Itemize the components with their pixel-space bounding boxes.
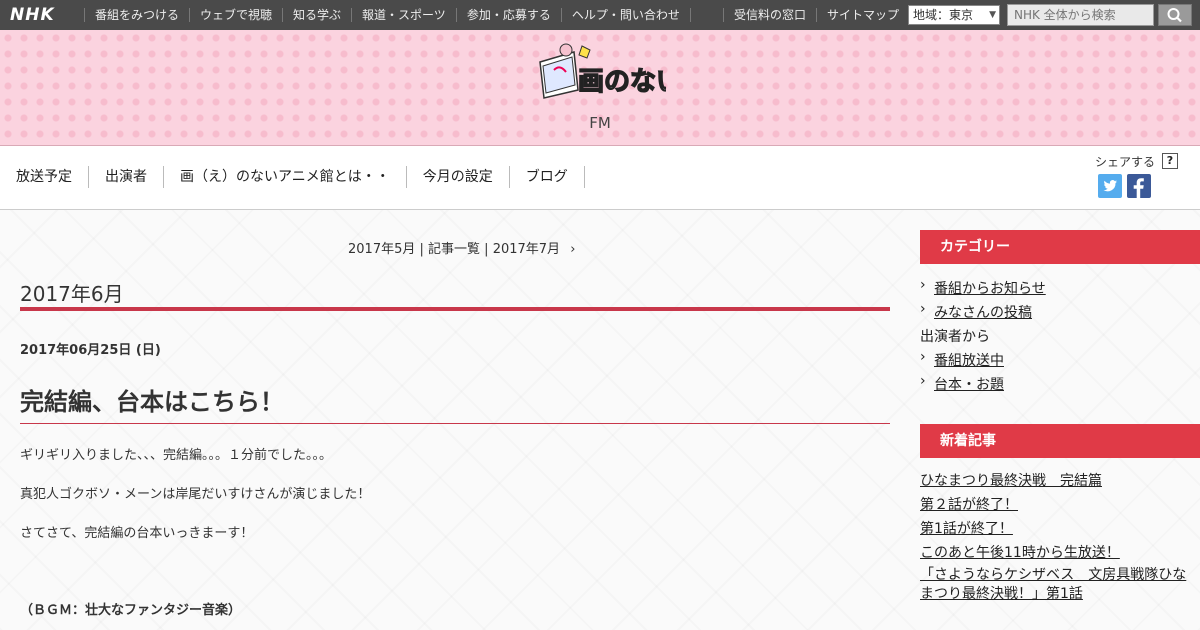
program-nav: 放送予定 出演者 画（え）のないアニメ館とは・・ 今月の設定 ブログ シェアする… xyxy=(0,146,1200,210)
program-nav-items: 放送予定 出演者 画（え）のないアニメ館とは・・ 今月の設定 ブログ xyxy=(0,166,585,188)
nav-blog[interactable]: ブログ xyxy=(510,166,585,188)
nhk-logo[interactable]: NHK xyxy=(10,6,55,24)
help-icon[interactable]: ? xyxy=(1162,153,1178,169)
nav-schedule[interactable]: 放送予定 xyxy=(0,166,89,188)
pager-index-link[interactable]: 記事一覧 xyxy=(428,242,480,257)
search-button[interactable] xyxy=(1158,4,1192,26)
month-pager: 2017年5月 | 記事一覧 | 2017年7月 › xyxy=(348,238,575,257)
category-link-news[interactable]: 番組からお知らせ xyxy=(920,277,1046,298)
global-nav-news-sports[interactable]: 報道・スポーツ xyxy=(351,8,456,22)
global-nav: 番組をみつける ウェブで視聴 知る学ぶ 報道・スポーツ 参加・応募する ヘルプ・… xyxy=(84,0,691,30)
nhk-global-bar: NHK 番組をみつける ウェブで視聴 知る学ぶ 報道・スポーツ 参加・応募する … xyxy=(0,0,1200,30)
category-link-scripts[interactable]: 台本・お題 xyxy=(920,373,1004,394)
pager-prev-link[interactable]: 2017年5月 xyxy=(348,242,415,257)
post-title[interactable]: 完結編、台本はこちら！ xyxy=(20,382,284,417)
global-nav-fee[interactable]: 受信料の窓口 xyxy=(723,8,816,22)
twitter-share-button[interactable] xyxy=(1098,174,1122,198)
program-header: 画のないアニメ館 FM xyxy=(0,30,1200,146)
recent-post-link[interactable]: 第２話が終了！ xyxy=(920,494,1018,514)
facebook-share-button[interactable] xyxy=(1127,174,1151,198)
nav-monthly-setting[interactable]: 今月の設定 xyxy=(407,166,510,188)
nav-about[interactable]: 画（え）のないアニメ館とは・・ xyxy=(164,166,407,188)
station-name: FM xyxy=(589,114,611,132)
twitter-icon xyxy=(1103,180,1117,192)
share-label: シェアする xyxy=(1095,155,1156,169)
global-right-nav: 受信料の窓口 サイトマップ xyxy=(723,0,909,30)
post-paragraph: ギリギリ入りました、、、完結編。。。１分前でした。。。 xyxy=(20,448,333,463)
category-heading: カテゴリー xyxy=(920,230,1200,264)
post-paragraph: さてさて、完結編の台本いっきまーす！ xyxy=(20,526,254,541)
global-nav-participate[interactable]: 参加・応募する xyxy=(455,8,561,22)
nav-cast[interactable]: 出演者 xyxy=(89,166,164,188)
recent-post-link[interactable]: 第1話が終了！ xyxy=(920,518,1013,538)
category-link-on-air[interactable]: 番組放送中 xyxy=(920,349,1004,370)
category-link-submissions[interactable]: みなさんの投稿 xyxy=(920,301,1032,322)
category-cast: 出演者から xyxy=(920,329,990,345)
pager-next-link[interactable]: 2017年7月 xyxy=(493,242,560,257)
global-nav-watch-web[interactable]: ウェブで視聴 xyxy=(189,8,282,22)
logo-lettering: 画のないアニメ館 xyxy=(578,66,666,97)
region-value: 地域：東京 xyxy=(913,8,974,22)
region-select[interactable]: 地域：東京 ▼ xyxy=(908,5,1000,25)
program-logo[interactable]: 画のないアニメ館 xyxy=(534,40,786,102)
month-divider xyxy=(20,307,890,311)
anime-kan-logo-image: 画のないアニメ館 xyxy=(539,43,786,99)
search-icon xyxy=(1167,8,1182,23)
chevron-right-icon: › xyxy=(570,242,576,257)
global-nav-find-programs[interactable]: 番組をみつける xyxy=(84,8,189,22)
global-nav-sitemap[interactable]: サイトマップ xyxy=(816,8,909,22)
search-input[interactable] xyxy=(1007,4,1154,26)
facebook-icon xyxy=(1133,178,1144,198)
pager-separator: | xyxy=(480,242,493,257)
post-bgm-cue: （ＢＧＭ：壮大なファンタジー音楽） xyxy=(20,603,242,618)
post-date: 2017年06月25日 (日) xyxy=(20,343,161,358)
month-title: 2017年6月 xyxy=(20,282,124,306)
recent-post-link[interactable]: ひなまつり最終決戦 完結篇 xyxy=(920,470,1102,490)
pager-separator: | xyxy=(415,242,429,257)
post-paragraph: 真犯人ゴクボソ・メーンは岸尾だいすけさんが演じました！ xyxy=(20,487,371,502)
global-nav-help[interactable]: ヘルプ・問い合わせ xyxy=(560,8,691,22)
recent-post-link[interactable]: このあと午後11時から生放送！ xyxy=(920,542,1120,562)
recent-post-link[interactable]: 「さようならケシザベス 文房具戦隊ひなまつり最終決戦！」第1話 xyxy=(920,566,1200,606)
global-nav-learn[interactable]: 知る学ぶ xyxy=(282,8,351,22)
title-divider xyxy=(20,423,890,424)
recent-heading: 新着記事 xyxy=(920,424,1200,458)
chevron-down-icon: ▼ xyxy=(989,10,996,20)
